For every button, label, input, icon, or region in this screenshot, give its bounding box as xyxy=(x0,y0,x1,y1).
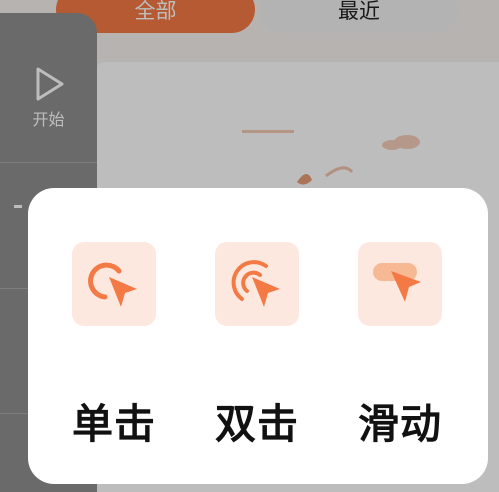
single-tap-label: 单击 xyxy=(72,400,156,448)
single-tap-icon xyxy=(72,242,156,326)
swipe-icon xyxy=(358,242,442,326)
gesture-picker-sheet: 单击 双击 滑动 xyxy=(28,188,488,484)
swipe-option[interactable]: 滑动 xyxy=(340,242,460,450)
double-tap-option[interactable]: 双击 xyxy=(197,242,317,450)
double-tap-label: 双击 xyxy=(215,400,299,448)
single-tap-option[interactable]: 单击 xyxy=(54,242,174,450)
double-tap-icon xyxy=(215,242,299,326)
swipe-label: 滑动 xyxy=(358,400,442,448)
